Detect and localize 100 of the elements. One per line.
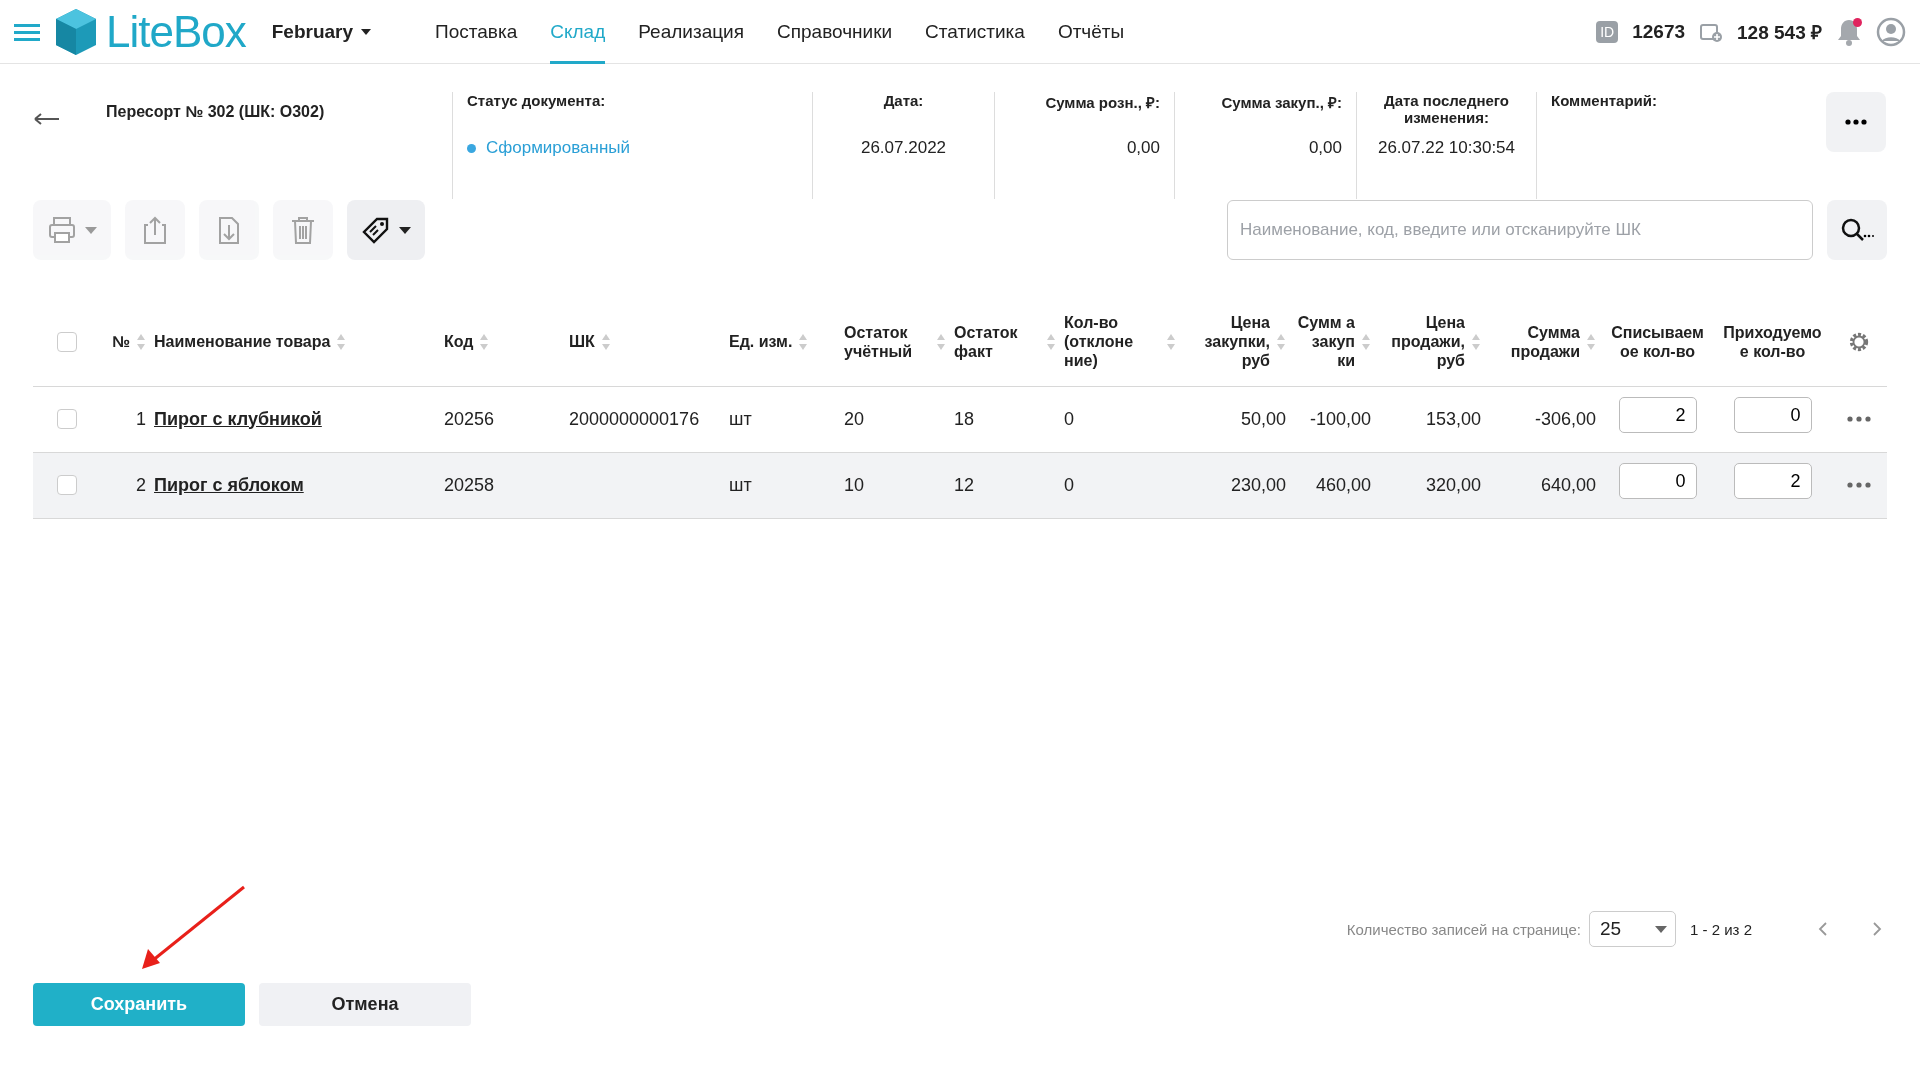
notification-bell-icon[interactable] <box>1836 17 1862 46</box>
column-header: Приходуемо е кол-во <box>1722 322 1823 361</box>
more-button[interactable] <box>1826 92 1886 152</box>
previous-page-icon[interactable] <box>1818 922 1828 936</box>
more-icon <box>1845 119 1867 125</box>
table-cell: 20258 <box>444 474 495 495</box>
sort-icon[interactable] <box>1586 332 1596 351</box>
search-button[interactable] <box>1827 200 1887 260</box>
more-icon[interactable] <box>1846 416 1871 422</box>
price-tag-icon <box>361 215 391 245</box>
nav-tab[interactable]: Статистика <box>925 0 1025 64</box>
product-link[interactable]: Пирог с клубникой <box>154 408 322 429</box>
back-arrow-icon[interactable] <box>34 112 60 126</box>
page-size-select[interactable]: 25 <box>1589 911 1677 947</box>
status-label: Статус документа: <box>467 92 607 111</box>
search-icon <box>1840 217 1874 243</box>
column-header: Остаток учётный <box>844 322 914 361</box>
printer-icon <box>47 215 77 245</box>
field-value: 26.07.22 10:30:54 <box>1376 138 1517 158</box>
row-checkbox[interactable] <box>56 409 77 429</box>
status-dot <box>467 143 476 153</box>
table-cell: 18 <box>954 408 975 429</box>
field-label: Сумма розн., ₽: <box>1044 93 1160 113</box>
column-header: Сумм а закуп ки <box>1296 312 1355 371</box>
id-badge: ID <box>1596 20 1619 43</box>
field-value: 26.07.2022 <box>859 138 948 158</box>
table-cell: 230,00 <box>1230 474 1286 495</box>
sort-icon[interactable] <box>600 332 611 351</box>
column-header: Списываем ое кол-во <box>1610 322 1705 361</box>
column-header: ШК <box>569 332 595 352</box>
table-cell: 20256 <box>444 408 495 429</box>
column-header: № <box>112 332 130 352</box>
next-page-icon[interactable] <box>1872 922 1882 936</box>
settings-icon[interactable] <box>1847 330 1870 353</box>
sort-icon[interactable] <box>936 332 946 351</box>
table-cell: 640,00 <box>1540 474 1596 495</box>
table-cell: 0 <box>1064 474 1074 495</box>
table-cell: 1 <box>136 408 146 429</box>
sort-icon[interactable] <box>798 332 809 351</box>
page-size-label: Количество записей на странице: <box>1346 920 1582 938</box>
nav-tab[interactable]: Справочники <box>777 0 893 64</box>
table-cell: -306,00 <box>1534 408 1596 429</box>
logo-text: LiteBox <box>106 6 246 57</box>
table-cell: шт <box>729 408 752 429</box>
account-id: 12673 <box>1632 20 1686 43</box>
field-value: 0,00 <box>1125 138 1160 158</box>
field-label: Сумма закуп., ₽: <box>1220 93 1342 113</box>
sort-icon[interactable] <box>1471 332 1481 351</box>
comment-label: Комментарий: <box>1551 92 1658 111</box>
caret-icon <box>361 28 372 35</box>
sort-icon[interactable] <box>1361 332 1371 351</box>
sort-icon[interactable] <box>479 332 490 351</box>
column-header: Цена продажи, руб <box>1390 312 1465 371</box>
cube-logo-icon <box>54 6 98 57</box>
status-value: Сформированный <box>486 138 631 158</box>
sort-icon[interactable] <box>336 332 347 351</box>
field-label: Дата последнего изменения: <box>1382 92 1511 128</box>
nav-tab[interactable]: Отчёты <box>1057 0 1125 64</box>
sort-icon[interactable] <box>1046 332 1056 351</box>
quantity-field[interactable]: 0 <box>1618 463 1697 499</box>
sort-icon[interactable] <box>1166 332 1176 351</box>
table-cell: 153,00 <box>1425 408 1481 429</box>
more-icon[interactable] <box>1846 482 1871 488</box>
sort-icon[interactable] <box>1276 332 1286 351</box>
cancel-button[interactable]: Отмена <box>259 983 471 1026</box>
table-cell: 12 <box>954 474 975 495</box>
column-header: Наименование товара <box>154 332 331 352</box>
store-selector[interactable]: February <box>271 20 372 43</box>
toolbar-button[interactable] <box>347 200 425 260</box>
table-cell: 20 <box>844 408 865 429</box>
table-cell: 10 <box>844 474 865 495</box>
quantity-field[interactable]: 0 <box>1733 397 1812 433</box>
nav-tab[interactable]: Реализация <box>638 0 744 64</box>
field-label: Дата: <box>882 92 925 111</box>
product-link[interactable]: Пирог с яблоком <box>154 474 304 495</box>
column-header: Код <box>444 332 474 352</box>
search-field[interactable]: Наименование, код, введите или отсканируйте ШК <box>1227 200 1813 260</box>
table-cell: -100,00 <box>1309 408 1371 429</box>
table-cell: шт <box>729 474 752 495</box>
row-checkbox[interactable] <box>56 475 77 495</box>
nav-tab[interactable]: Поставка <box>435 0 518 64</box>
user-avatar-icon[interactable] <box>1876 16 1906 47</box>
column-header: Цена закупки, руб <box>1203 312 1270 371</box>
select-all-checkbox[interactable] <box>56 331 77 352</box>
caret-icon <box>1655 925 1668 933</box>
table-cell: 2000000000176 <box>569 408 700 429</box>
menu-icon[interactable] <box>14 21 40 42</box>
document-title: Пересорт № 302 (ШК: О302) <box>106 103 326 122</box>
table-cell: 460,00 <box>1315 474 1371 495</box>
balance: 128 543 ₽ <box>1737 20 1822 45</box>
table-cell: 320,00 <box>1425 474 1481 495</box>
table-cell: 0 <box>1064 408 1074 429</box>
field-value: 0,00 <box>1307 138 1342 158</box>
column-header: Ед. изм. <box>729 332 793 352</box>
quantity-field[interactable]: 2 <box>1618 397 1697 433</box>
table-cell: 2 <box>136 474 146 495</box>
sort-icon[interactable] <box>136 332 146 351</box>
table-cell: 50,00 <box>1240 408 1286 429</box>
quantity-field[interactable]: 2 <box>1733 463 1812 499</box>
column-header: Сумма продажи <box>1509 322 1580 361</box>
